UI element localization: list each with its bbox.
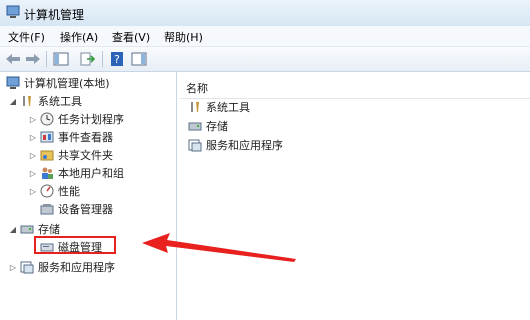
annotation-arrow xyxy=(142,233,296,262)
